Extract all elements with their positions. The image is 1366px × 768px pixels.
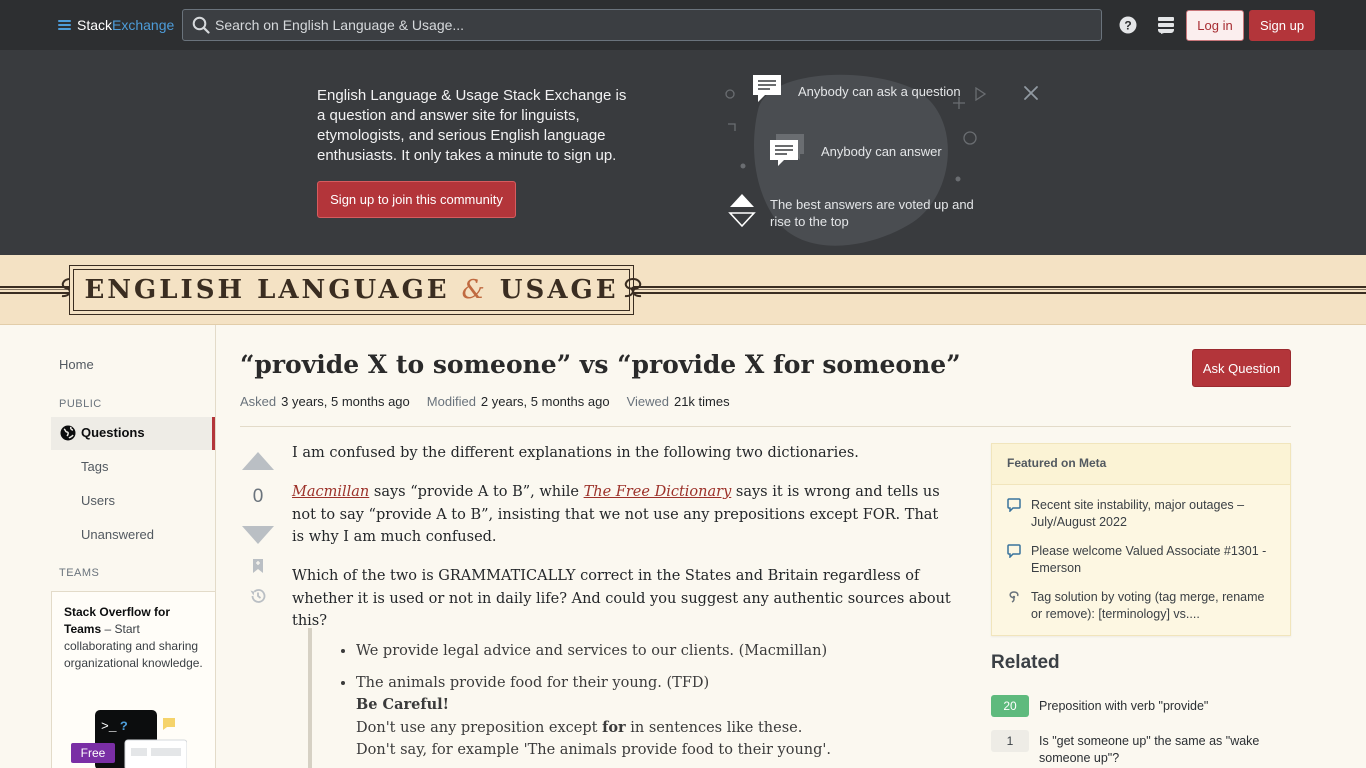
meta-item[interactable]: Recent site instability, major outages –… (1007, 497, 1277, 531)
featured-on-meta: Featured on Meta Recent site instability… (991, 443, 1291, 636)
teams-promo[interactable]: Stack Overflow for Teams – Start collabo… (51, 591, 215, 768)
decor-dot-icon (955, 176, 961, 182)
join-community-button[interactable]: Sign up to join this community (317, 181, 516, 218)
title-divider (240, 426, 1291, 427)
logo-stack-text: Stack (77, 17, 113, 33)
site-title: ENGLISH LANGUAGE & USAGE (84, 275, 618, 305)
search-input[interactable] (215, 10, 1075, 40)
question-meta: Asked 3 years, 5 months ago Modified 2 yea… (240, 394, 747, 409)
meta-bubble-icon (1007, 498, 1021, 512)
nav-home[interactable]: Home (59, 357, 94, 372)
viewed-label: Viewed (626, 394, 669, 409)
meta-item-text[interactable]: Tag solution by voting (tag merge, renam… (1031, 589, 1277, 623)
asked-label: Asked (240, 394, 277, 409)
stack-exchange-icon (1009, 591, 1019, 603)
nav-users[interactable]: Users (81, 493, 115, 508)
macmillan-link[interactable]: Macmillan (292, 484, 369, 500)
logo-exchange-text: Exchange (112, 17, 175, 33)
site-header-banner: ENGLISH LANGUAGE & USAGE (0, 255, 1366, 325)
decor-circle-icon (725, 89, 735, 99)
flourish-right-icon (624, 278, 642, 298)
nav-questions[interactable]: Questions (51, 417, 215, 450)
site-switcher-icon[interactable] (1157, 16, 1175, 34)
quote-list-item: We provide legal advice and services to … (356, 640, 956, 663)
meta-item-text[interactable]: Please welcome Valued Associate #1301 - … (1031, 543, 1277, 577)
decor-corner-icon (728, 123, 736, 131)
help-icon[interactable]: ? (1119, 16, 1137, 34)
vote-arrows-icon (728, 194, 756, 228)
nav-tags[interactable]: Tags (81, 459, 108, 474)
free-badge: Free (71, 743, 115, 763)
hero-feature-answer: Anybody can answer (821, 144, 942, 159)
history-icon[interactable] (249, 587, 267, 605)
meta-item[interactable]: Tag solution by voting (tag merge, renam… (1007, 589, 1277, 623)
meta-item[interactable]: Please welcome Valued Associate #1301 - … (1007, 543, 1277, 577)
hero-description: English Language & Usage Stack Exchange … (317, 87, 627, 164)
close-icon[interactable] (1022, 84, 1040, 102)
stack-exchange-logo[interactable]: Stack Exchange (58, 15, 174, 35)
question-title[interactable]: “provide X to someone” vs “provide X for… (240, 350, 961, 379)
post-blockquote: We provide legal advice and services to … (308, 628, 958, 768)
quote-rule-example: Don't say, for example 'The animals prov… (356, 742, 832, 758)
related-link[interactable]: Preposition with verb "provide" (1039, 698, 1289, 715)
hero-feature-ask: Anybody can ask a question (798, 84, 961, 99)
featured-on-meta-heading: Featured on Meta (992, 444, 1290, 485)
quote-list: We provide legal advice and services to … (356, 640, 956, 768)
left-sidebar: Home PUBLIC Questions Tags Users Unanswe… (0, 325, 216, 768)
modified-label: Modified (426, 394, 476, 409)
quote-example-tfd: The animals provide food for their young… (356, 674, 710, 691)
nav-questions-label: Questions (81, 425, 145, 440)
related-score: 1 (991, 730, 1029, 752)
hero-feature-vote: The best answers are voted up and rise t… (770, 197, 974, 229)
ask-question-button[interactable]: Ask Question (1192, 349, 1291, 387)
nav-section-public: PUBLIC (59, 398, 102, 410)
teams-promo-text: Stack Overflow for Teams – Start collabo… (64, 604, 204, 672)
nav-section-teams: TEAMS (59, 567, 100, 579)
quote-rule-b: for (602, 718, 626, 736)
free-dictionary-link[interactable]: The Free Dictionary (584, 484, 732, 500)
signup-hero: English Language & Usage Stack Exchange … (0, 50, 1366, 255)
stack-exchange-icon (58, 19, 71, 32)
modified-value[interactable]: 2 years, 5 months ago (481, 394, 610, 409)
post-paragraph-3: Which of the two is GRAMMATICALLY correc… (292, 568, 951, 629)
related-score: 20 (991, 695, 1029, 717)
meta-item-text[interactable]: Recent site instability, major outages –… (1031, 497, 1277, 531)
speech-bubble-icon (753, 75, 781, 102)
svg-text:>_: >_ (101, 719, 117, 734)
quote-careful: Be Careful! (356, 696, 449, 713)
downvote-icon[interactable] (242, 526, 274, 544)
nav-unanswered[interactable]: Unanswered (81, 527, 154, 542)
related-heading: Related (991, 652, 1060, 673)
viewed-value: 21k times (673, 394, 730, 409)
upvote-icon[interactable] (242, 452, 274, 470)
post-paragraph-2-mid: says “provide A to B”, while (369, 484, 584, 500)
quote-list-item: The animals provide food for their young… (356, 672, 956, 762)
search-icon (192, 16, 210, 34)
quote-rule-a: Don't use any preposition except (356, 719, 603, 736)
globe-icon (60, 425, 76, 441)
top-bar: StackExchange ? Log in Sign up (0, 0, 1366, 50)
related-link[interactable]: Is "get someone up" the same as "wake so… (1039, 733, 1289, 767)
signup-button[interactable]: Sign up (1249, 10, 1315, 41)
site-title-plate[interactable]: ENGLISH LANGUAGE & USAGE (69, 265, 634, 315)
post-paragraph-1: I am confused by the different explanati… (292, 445, 859, 461)
quote-rule-c: in sentences like these. (625, 719, 803, 736)
answer-bubbles-icon (770, 134, 804, 166)
meta-bubble-icon (1007, 544, 1021, 558)
login-button[interactable]: Log in (1186, 10, 1244, 41)
svg-text:?: ? (1124, 19, 1131, 33)
bookmark-icon[interactable] (251, 558, 265, 574)
decor-dot-icon (740, 163, 746, 169)
site-title-left: ENGLISH LANGUAGE (84, 275, 450, 305)
post-paragraph-2: Macmillan says “provide A to B”, while T… (292, 481, 952, 549)
site-title-ampersand: & (461, 275, 488, 305)
search-box[interactable] (182, 9, 1102, 41)
vote-count: 0 (252, 486, 264, 507)
svg-text:?: ? (120, 719, 128, 734)
asked-value[interactable]: 3 years, 5 months ago (281, 394, 410, 409)
site-title-right: USAGE (499, 275, 619, 305)
